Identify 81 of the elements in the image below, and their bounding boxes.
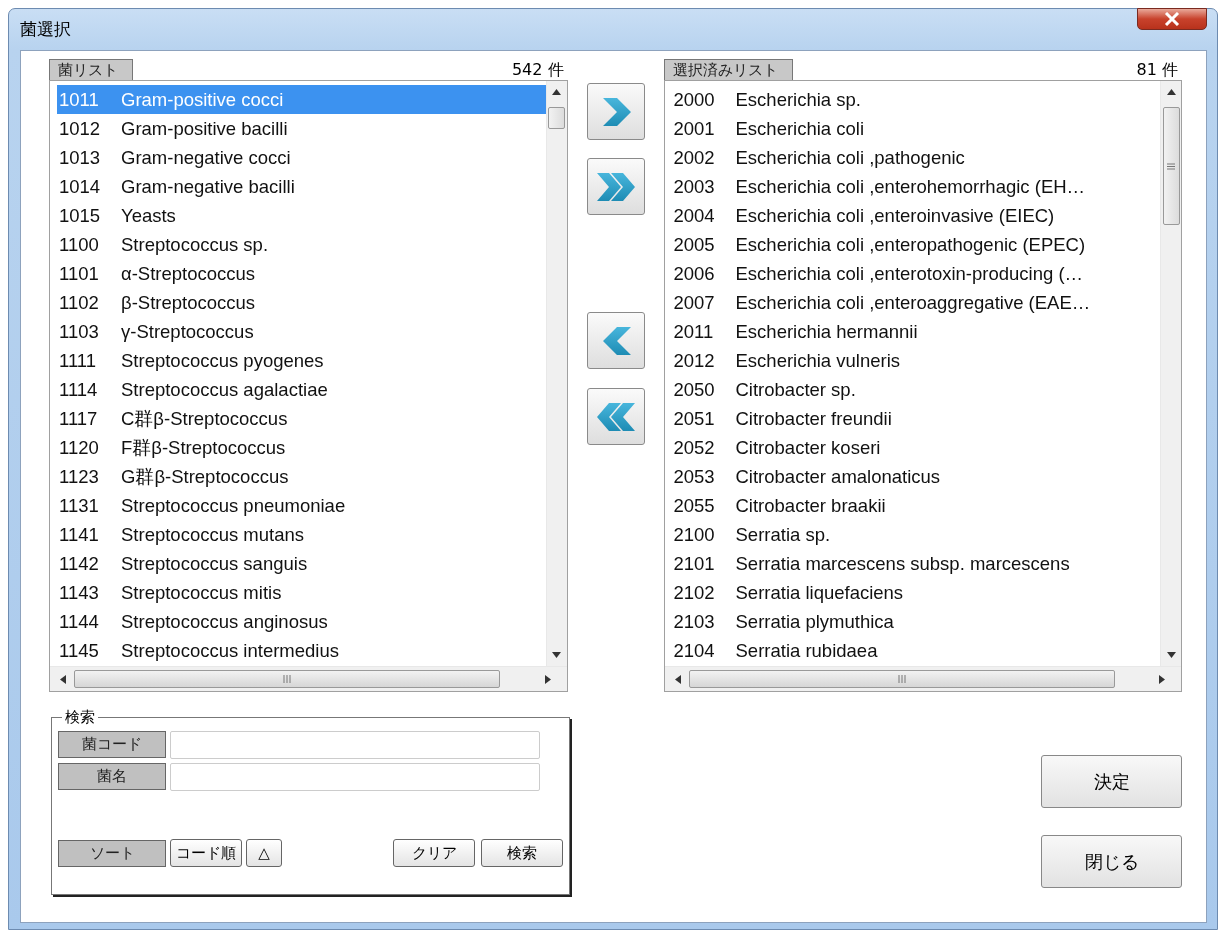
clear-button[interactable]: クリア (393, 839, 475, 867)
scroll-left-icon[interactable] (60, 674, 66, 684)
list-item[interactable]: 2052 Citrobacter koseri (671, 433, 1160, 462)
list-item[interactable]: 2102 Serratia liquefaciens (671, 578, 1160, 607)
horizontal-scrollbar[interactable] (664, 666, 1181, 691)
list-item[interactable]: 1144 Streptococcus anginosus (57, 607, 546, 636)
list-item[interactable]: 2011 Escherichia hermannii (671, 317, 1160, 346)
confirm-button[interactable]: 決定 (1041, 755, 1182, 808)
field-label: ソート (58, 839, 166, 867)
list-item[interactable]: 2053 Citrobacter amalonaticus (671, 462, 1160, 491)
window-title: 菌選択 (20, 18, 71, 41)
list-item[interactable]: 2005 Escherichia coli ,enteropathogenic (EPEC) (671, 230, 1160, 259)
item-count: 81 件 (1136, 60, 1179, 80)
scroll-up-icon[interactable] (552, 89, 561, 95)
list-item[interactable]: 2101 Serratia marcescens subsp. marcescens (671, 549, 1160, 578)
add-all-button[interactable] (586, 158, 645, 215)
vertical-scrollbar[interactable] (1160, 81, 1181, 666)
list-item[interactable]: 2000 Escherichia sp. (671, 85, 1160, 114)
list-item[interactable]: 2006 Escherichia coli ,enterotoxin-producing (… (671, 259, 1160, 288)
list-item[interactable]: 2055 Citrobacter braakii (671, 491, 1160, 520)
field-label: 菌名 (58, 763, 166, 790)
list-item[interactable]: 2104 Serratia rubidaea (671, 636, 1160, 665)
list-item[interactable]: 1114 Streptococcus agalactiae (57, 375, 546, 404)
list-item[interactable]: 2103 Serratia plymuthica (671, 607, 1160, 636)
scroll-right-icon[interactable] (1159, 674, 1165, 684)
grip-icon (283, 675, 291, 683)
list-item[interactable]: 2002 Escherichia coli ,pathogenic (671, 143, 1160, 172)
list-label: 選択済みリスト (663, 59, 793, 80)
grip-icon (1167, 162, 1175, 170)
input-field[interactable] (170, 731, 540, 759)
list-item[interactable]: 2001 Escherichia coli (671, 114, 1160, 143)
list-item[interactable]: 1013 Gram-negative cocci (57, 143, 546, 172)
scroll-thumb[interactable] (74, 670, 500, 688)
close-icon (1164, 12, 1180, 26)
field-label: 菌コード (58, 731, 166, 758)
scroll-right-icon[interactable] (544, 674, 551, 684)
list-item[interactable]: 1015 Yeasts (57, 201, 546, 230)
scroll-thumb[interactable] (1162, 107, 1180, 225)
scroll-up-icon[interactable] (1166, 89, 1176, 95)
list-item[interactable]: 2007 Escherichia coli ,enteroaggregative (EAE… (671, 288, 1160, 317)
list-item[interactable]: 2051 Citrobacter freundii (671, 404, 1160, 433)
list-item[interactable]: 2004 Escherichia coli ,enteroinvasive (EIEC) (671, 201, 1160, 230)
scroll-down-icon[interactable] (1166, 652, 1176, 658)
scroll-down-icon[interactable] (552, 652, 561, 658)
close-button[interactable] (1137, 8, 1207, 30)
search-button[interactable]: 検索 (481, 839, 563, 867)
add-button[interactable] (586, 83, 645, 140)
list-item[interactable]: 1111 Streptococcus pyogenes (57, 346, 546, 375)
list-item[interactable]: 1100 Streptococcus sp. (57, 230, 546, 259)
list-item[interactable]: 1123 G群β-Streptococcus (57, 462, 546, 491)
list-item[interactable]: 1103 γ-Streptococcus (57, 317, 546, 346)
list-item[interactable]: 2003 Escherichia coli ,enterohemorrhagic (EH… (671, 172, 1160, 201)
list-item[interactable]: 1131 Streptococcus pneumoniae (57, 491, 546, 520)
list-item[interactable]: 1012 Gram-positive bacilli (57, 114, 546, 143)
list-item[interactable]: 1120 F群β-Streptococcus (57, 433, 546, 462)
grip-icon (897, 675, 906, 683)
list-item[interactable]: 1143 Streptococcus mitis (57, 578, 546, 607)
list-item[interactable]: 2100 Serratia sp. (671, 520, 1160, 549)
list-item[interactable]: 2050 Citrobacter sp. (671, 375, 1160, 404)
group-title: 検索 (64, 708, 96, 727)
remove-button[interactable] (586, 312, 645, 369)
horizontal-scrollbar[interactable] (50, 666, 567, 691)
list-item[interactable]: 1014 Gram-negative bacilli (57, 172, 546, 201)
list-label: 菌リスト (49, 59, 133, 80)
scroll-thumb[interactable] (548, 107, 565, 129)
sort-order-button[interactable]: コード順 (170, 839, 242, 867)
list-item[interactable]: 1142 Streptococcus sanguis (57, 549, 546, 578)
list-item[interactable]: 1141 Streptococcus mutans (57, 520, 546, 549)
input-field[interactable] (170, 763, 540, 791)
scroll-left-icon[interactable] (674, 674, 681, 684)
list-item[interactable]: 1102 β-Streptococcus (57, 288, 546, 317)
sort-direction-button[interactable]: △ (246, 839, 282, 867)
remove-all-button[interactable] (586, 388, 645, 445)
scroll-thumb[interactable] (688, 670, 1115, 688)
list-item[interactable]: 1101 α-Streptococcus (57, 259, 546, 288)
list-item[interactable]: 1117 C群β-Streptococcus (57, 404, 546, 433)
vertical-scrollbar[interactable] (545, 81, 567, 666)
item-count: 542 件 (511, 60, 565, 80)
list-item[interactable]: 1145 Streptococcus intermedius (57, 636, 546, 665)
close-dialog-button[interactable]: 閉じる (1041, 835, 1182, 888)
list-item[interactable]: 2012 Escherichia vulneris (671, 346, 1160, 375)
